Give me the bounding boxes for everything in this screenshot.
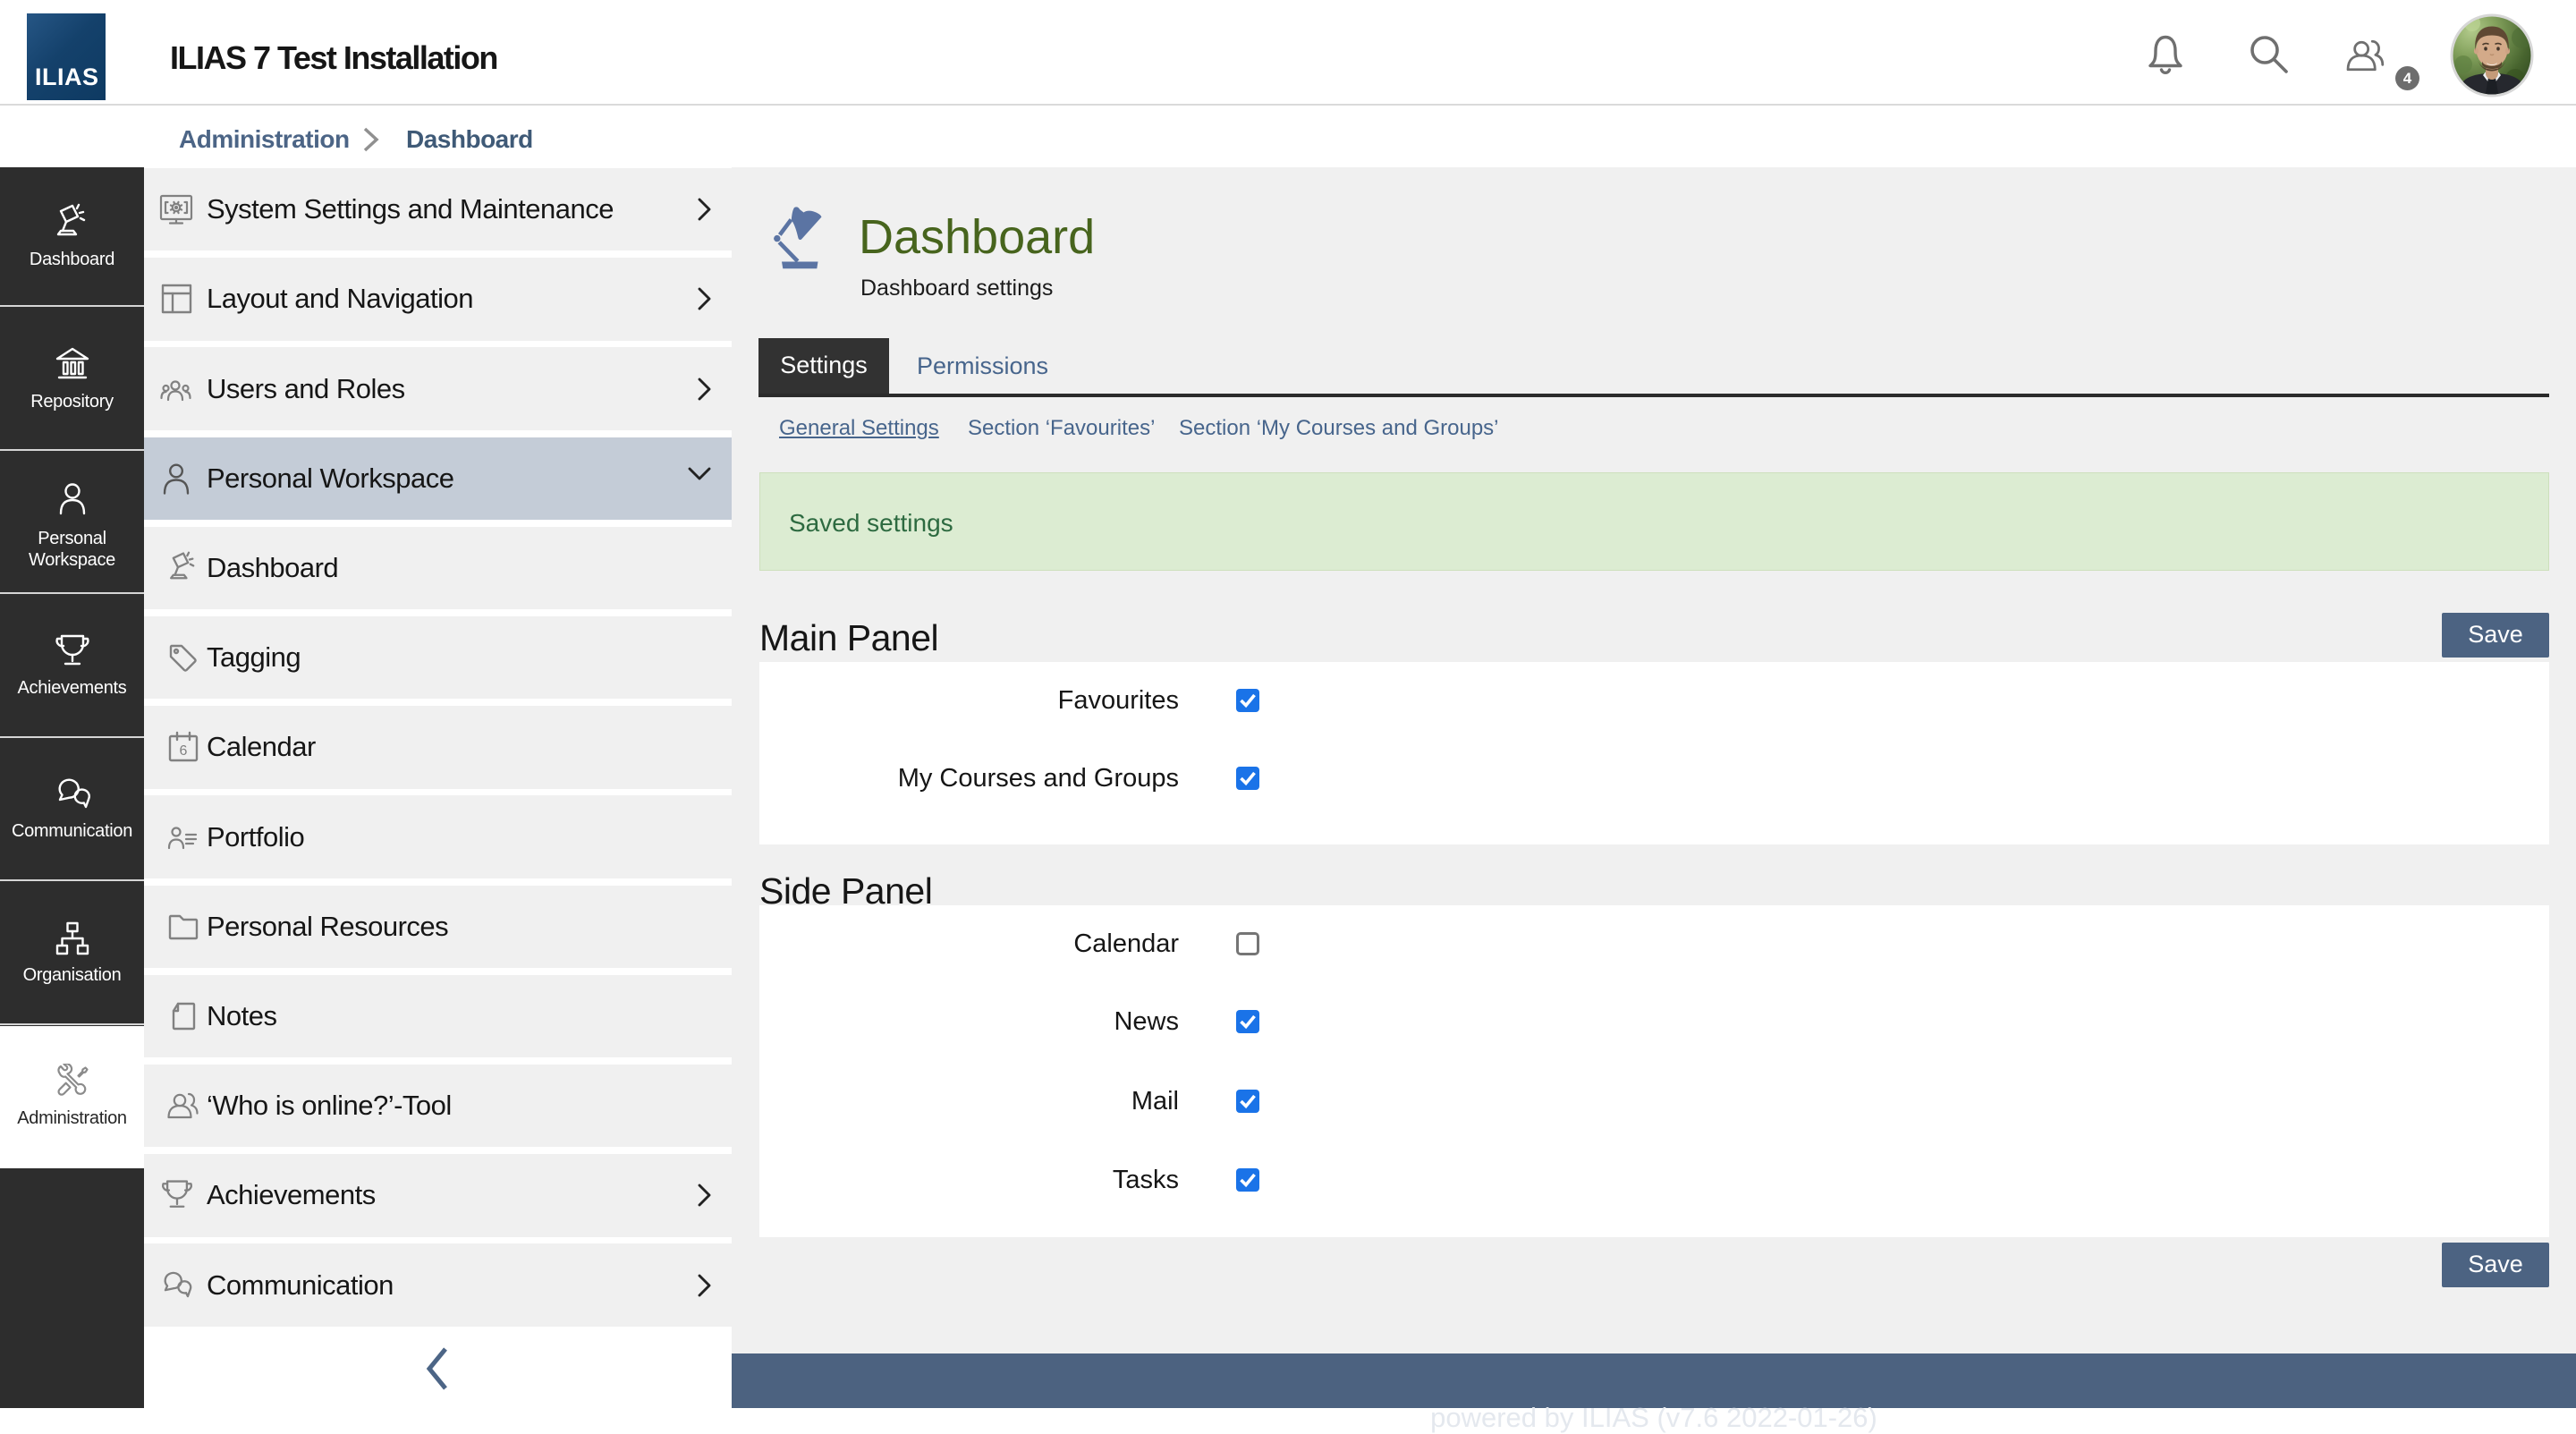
svg-text:6: 6 (180, 743, 188, 759)
